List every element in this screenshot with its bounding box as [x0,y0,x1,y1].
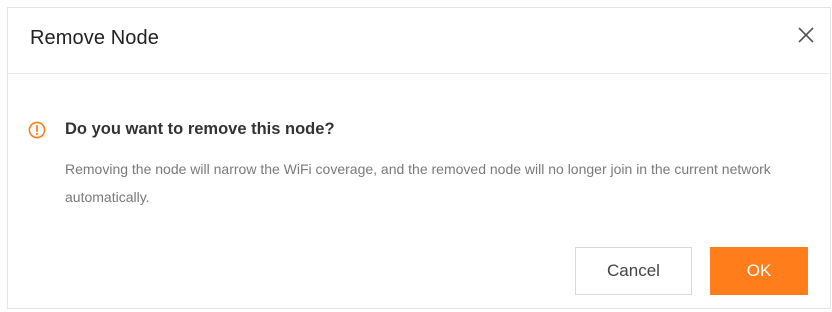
exclamation-circle-icon [28,121,46,139]
close-button[interactable] [794,23,818,47]
ok-button[interactable]: OK [710,247,808,295]
remove-node-dialog: Remove Node Do you want to remove this n… [7,7,831,309]
close-icon [798,27,814,43]
confirm-question: Do you want to remove this node? [65,120,335,138]
cancel-button[interactable]: Cancel [575,247,692,295]
dialog-title: Remove Node [30,27,159,49]
dialog-header: Remove Node [8,8,830,74]
confirm-description: Removing the node will narrow the WiFi c… [65,161,771,205]
